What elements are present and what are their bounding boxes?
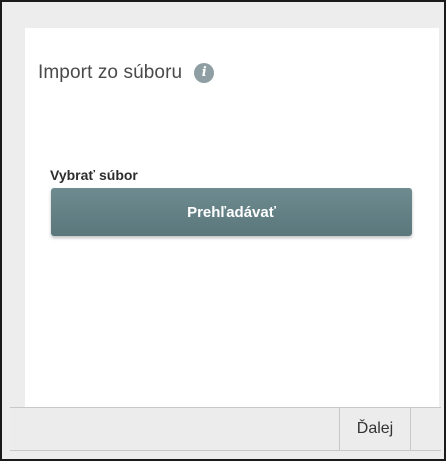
dialog-title: Import zo súboru xyxy=(38,62,183,83)
next-button[interactable]: Ďalej xyxy=(339,408,411,450)
next-button-label: Ďalej xyxy=(356,420,394,437)
browse-button-label: Prehľadávať xyxy=(187,203,276,221)
dialog-header: Import zo súboru i xyxy=(38,62,215,84)
info-icon[interactable]: i xyxy=(194,63,215,83)
dialog-footer: Ďalej xyxy=(10,407,441,451)
select-file-label: Vybrať súbor xyxy=(50,167,138,183)
dialog-frame: Import zo súboru i Vybrať súbor Prehľadá… xyxy=(0,0,446,461)
browse-button[interactable]: Prehľadávať xyxy=(51,188,412,236)
import-panel: Import zo súboru i Vybrať súbor Prehľadá… xyxy=(25,28,439,407)
